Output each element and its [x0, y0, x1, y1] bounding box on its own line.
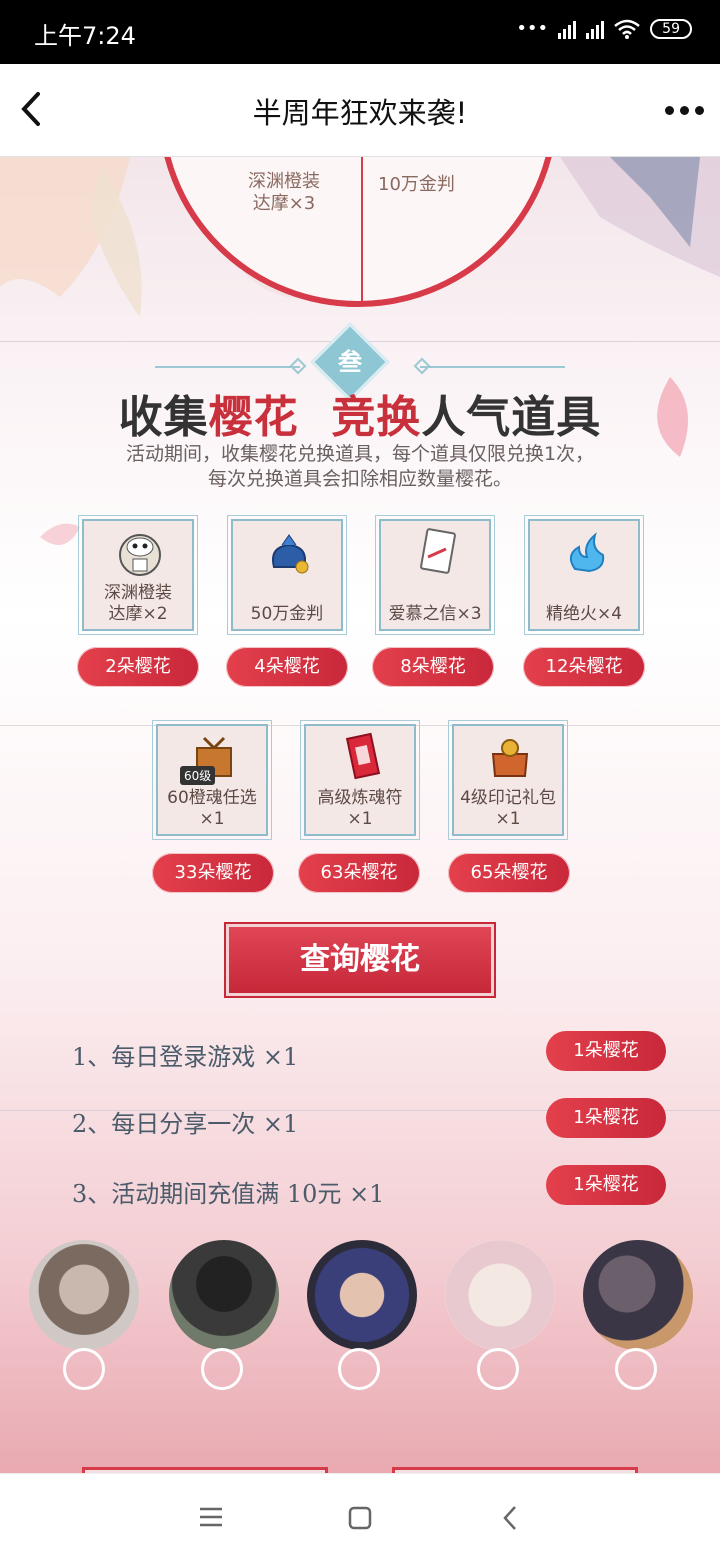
petal-decoration	[40, 523, 80, 545]
battery-icon: 59	[650, 18, 692, 39]
exchange-item[interactable]: 60级 60橙魂任选 ×1	[152, 720, 272, 840]
task-text: 3、活动期间充值满 10元 ×1	[72, 1180, 385, 1208]
page-title: 半周年狂欢来袭!	[252, 96, 468, 130]
section-heading: 收集樱花 竞换人气道具	[0, 381, 720, 445]
task-text: 2、每日分享一次 ×1	[72, 1110, 299, 1138]
heading-text-highlight: 樱花	[208, 392, 299, 443]
exchange-item[interactable]: 精绝火×4	[524, 515, 644, 635]
wheel-label: 深渊橙装 达摩×3	[248, 171, 320, 214]
signal-icon-2	[586, 19, 605, 39]
avatar[interactable]	[307, 1240, 417, 1350]
heading-text: 收集	[118, 392, 209, 443]
select-circle[interactable]	[201, 1348, 243, 1390]
exchange-item[interactable]: 50万金判	[227, 515, 347, 635]
section-badge-label: 叁	[338, 347, 362, 376]
price-button[interactable]: 12朵樱花	[523, 647, 645, 687]
item-name: 爱慕之信×3	[388, 604, 482, 624]
avatar[interactable]	[169, 1240, 279, 1350]
back-icon[interactable]	[500, 1504, 520, 1532]
avatar[interactable]	[29, 1240, 139, 1350]
description-line: 活动期间，收集樱花兑换道具，每个道具仅限兑换1次，	[125, 443, 595, 465]
exchange-item[interactable]: 爱慕之信×3	[375, 515, 495, 635]
avatar[interactable]	[445, 1240, 555, 1350]
exchange-item[interactable]: 深渊橙装 达摩×2	[78, 515, 198, 635]
task-text: 1、每日登录游戏 ×1	[72, 1043, 299, 1071]
item-name: 深渊橙装 达摩×2	[104, 583, 172, 624]
select-circle[interactable]	[338, 1348, 380, 1390]
gift-pack-icon	[491, 739, 529, 777]
wifi-icon	[614, 19, 640, 39]
description-line: 每次兑换道具会扣除相应数量樱花。	[207, 468, 512, 490]
money-bag-icon	[272, 534, 309, 574]
blue-flame-icon	[569, 532, 605, 573]
more-options-icon[interactable]	[665, 106, 704, 115]
price-button[interactable]: 2朵樱花	[77, 647, 199, 687]
talisman-icon	[345, 732, 381, 780]
query-sakura-button[interactable]: 查询樱花	[226, 924, 494, 996]
activity-content[interactable]: 深渊橙装 达摩×3 10万金判 叁 收集樱花 竞换人气道具 活动期间，收集樱花兑…	[0, 157, 720, 1473]
signal-icon	[558, 19, 577, 39]
daruma-icon	[119, 534, 161, 576]
menu-icon[interactable]	[198, 1506, 224, 1528]
price-button[interactable]: 65朵樱花	[448, 853, 570, 893]
select-circle[interactable]	[63, 1348, 105, 1390]
more-dots-icon: •••	[516, 18, 549, 39]
avatar[interactable]	[583, 1240, 693, 1350]
select-circle[interactable]	[615, 1348, 657, 1390]
item-name: 精绝火×4	[545, 604, 623, 624]
item-name: 高级炼魂符 ×1	[317, 788, 403, 829]
heading-text-highlight: 竞换	[331, 392, 422, 443]
wheel-divider	[361, 157, 363, 301]
price-button[interactable]: 33朵樱花	[152, 853, 274, 893]
price-button[interactable]: 8朵樱花	[372, 647, 494, 687]
task-reward-badge: 1朵樱花	[546, 1031, 666, 1071]
system-nav-bar	[0, 1473, 720, 1561]
task-reward-badge: 1朵樱花	[546, 1098, 666, 1138]
wheel-label: 10万金判	[378, 174, 455, 195]
select-circle[interactable]	[477, 1348, 519, 1390]
item-name: 50万金判	[250, 604, 324, 624]
level-tag: 60级	[180, 766, 216, 785]
status-bar: 上午7:24 ••• 59	[0, 0, 720, 64]
price-button[interactable]: 63朵樱花	[298, 853, 420, 893]
task-reward-badge: 1朵樱花	[546, 1165, 666, 1205]
exchange-item[interactable]: 高级炼魂符 ×1	[300, 720, 420, 840]
heading-text: 人气道具	[421, 392, 602, 443]
home-icon[interactable]	[348, 1506, 372, 1530]
item-name: 4级印记礼包 ×1	[460, 788, 556, 829]
love-letter-icon	[420, 528, 456, 574]
nav-bar: 半周年狂欢来袭!	[0, 64, 720, 157]
section-description: 活动期间，收集樱花兑换道具，每个道具仅限兑换1次， 每次兑换道具会扣除相应数量樱…	[0, 442, 720, 492]
exchange-item[interactable]: 4级印记礼包 ×1	[448, 720, 568, 840]
price-button[interactable]: 4朵樱花	[226, 647, 348, 687]
item-name: 60橙魂任选 ×1	[167, 788, 257, 829]
status-time: 上午7:24	[34, 22, 136, 50]
gift-box-icon	[196, 736, 232, 777]
status-icons: ••• 59	[516, 18, 692, 39]
